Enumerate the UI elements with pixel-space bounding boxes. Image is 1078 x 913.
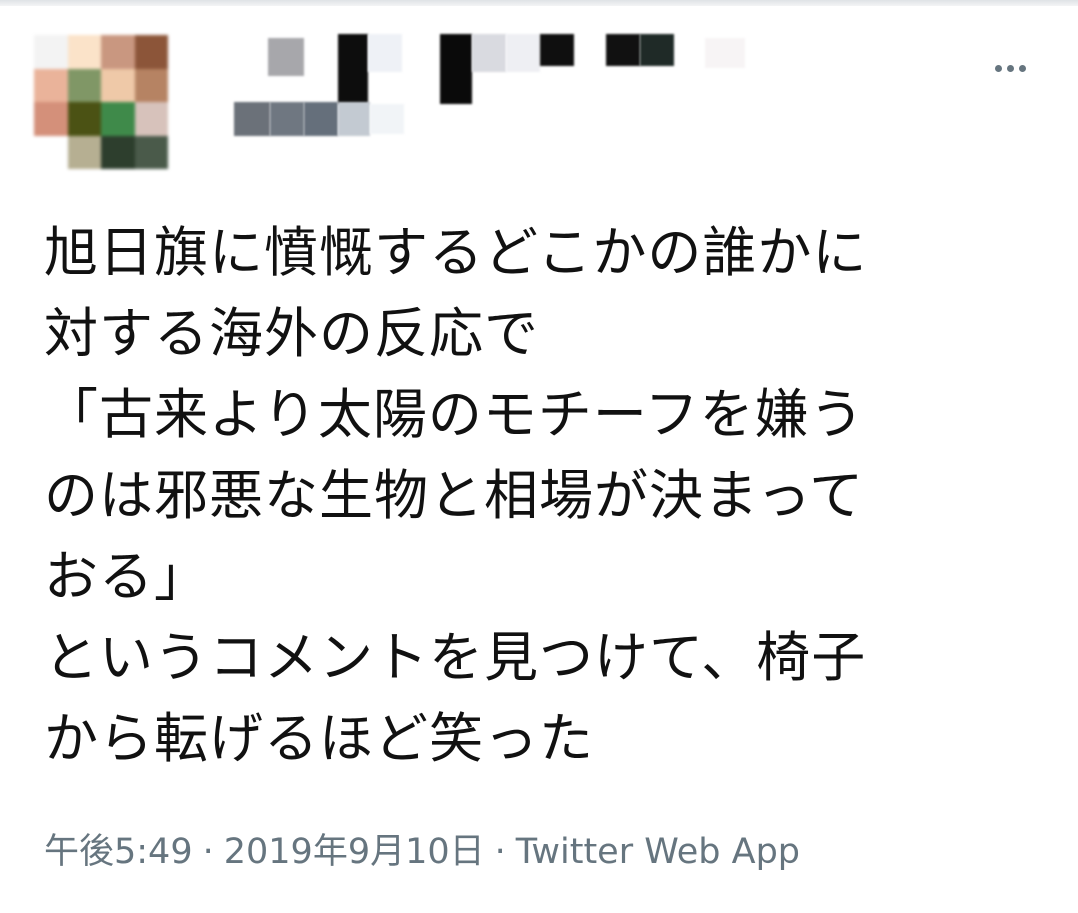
user-handle[interactable]: [370, 104, 404, 134]
display-name[interactable]: [472, 34, 506, 72]
top-divider: [0, 0, 1078, 6]
user-handle[interactable]: [338, 102, 370, 136]
more-horizontal-icon: [994, 64, 1002, 72]
display-name[interactable]: [368, 34, 402, 72]
tweet-text-line: 「古来より太陽のモチーフを嫌う: [44, 383, 865, 446]
meta-separator: ·: [494, 832, 506, 872]
more-horizontal-icon: [1006, 64, 1014, 72]
user-handle[interactable]: [304, 102, 338, 136]
user-handle[interactable]: [234, 102, 270, 136]
display-name[interactable]: [540, 34, 574, 66]
display-name[interactable]: [268, 38, 304, 76]
tweet-timestamp[interactable]: 午後5:49: [44, 832, 193, 872]
tweet-text: 旭日旗に憤慨するどこかの誰かに 対する海外の反応で 「古来より太陽のモチーフを嫌…: [44, 212, 1044, 779]
display-name[interactable]: [705, 38, 745, 68]
tweet-source-link[interactable]: Twitter Web App: [516, 832, 800, 872]
tweet-meta: 午後5:49 · 2019年9月10日 · Twitter Web App: [44, 826, 800, 878]
user-handle[interactable]: [270, 102, 304, 136]
display-name[interactable]: [338, 34, 368, 104]
author-name-block[interactable]: [200, 30, 760, 140]
tweet-text-line: のは邪悪な生物と相場が決まって: [44, 464, 865, 527]
tweet-text-line: から転げるほど笑った: [44, 707, 594, 770]
more-options-button[interactable]: [982, 50, 1038, 86]
display-name[interactable]: [606, 34, 640, 66]
display-name[interactable]: [640, 34, 674, 66]
more-horizontal-icon: [1018, 64, 1026, 72]
meta-separator: ·: [202, 832, 214, 872]
display-name[interactable]: [440, 34, 472, 104]
tweet-text-line: 旭日旗に憤慨するどこかの誰かに: [44, 221, 868, 284]
display-name[interactable]: [506, 34, 540, 72]
tweet-date[interactable]: 2019年9月10日: [224, 832, 485, 872]
tweet-text-line: 対する海外の反応で: [44, 302, 539, 365]
tweet-text-line: おる」: [44, 545, 209, 608]
avatar[interactable]: [34, 35, 168, 169]
tweet-text-line: というコメントを見つけて、椅子: [44, 626, 867, 689]
